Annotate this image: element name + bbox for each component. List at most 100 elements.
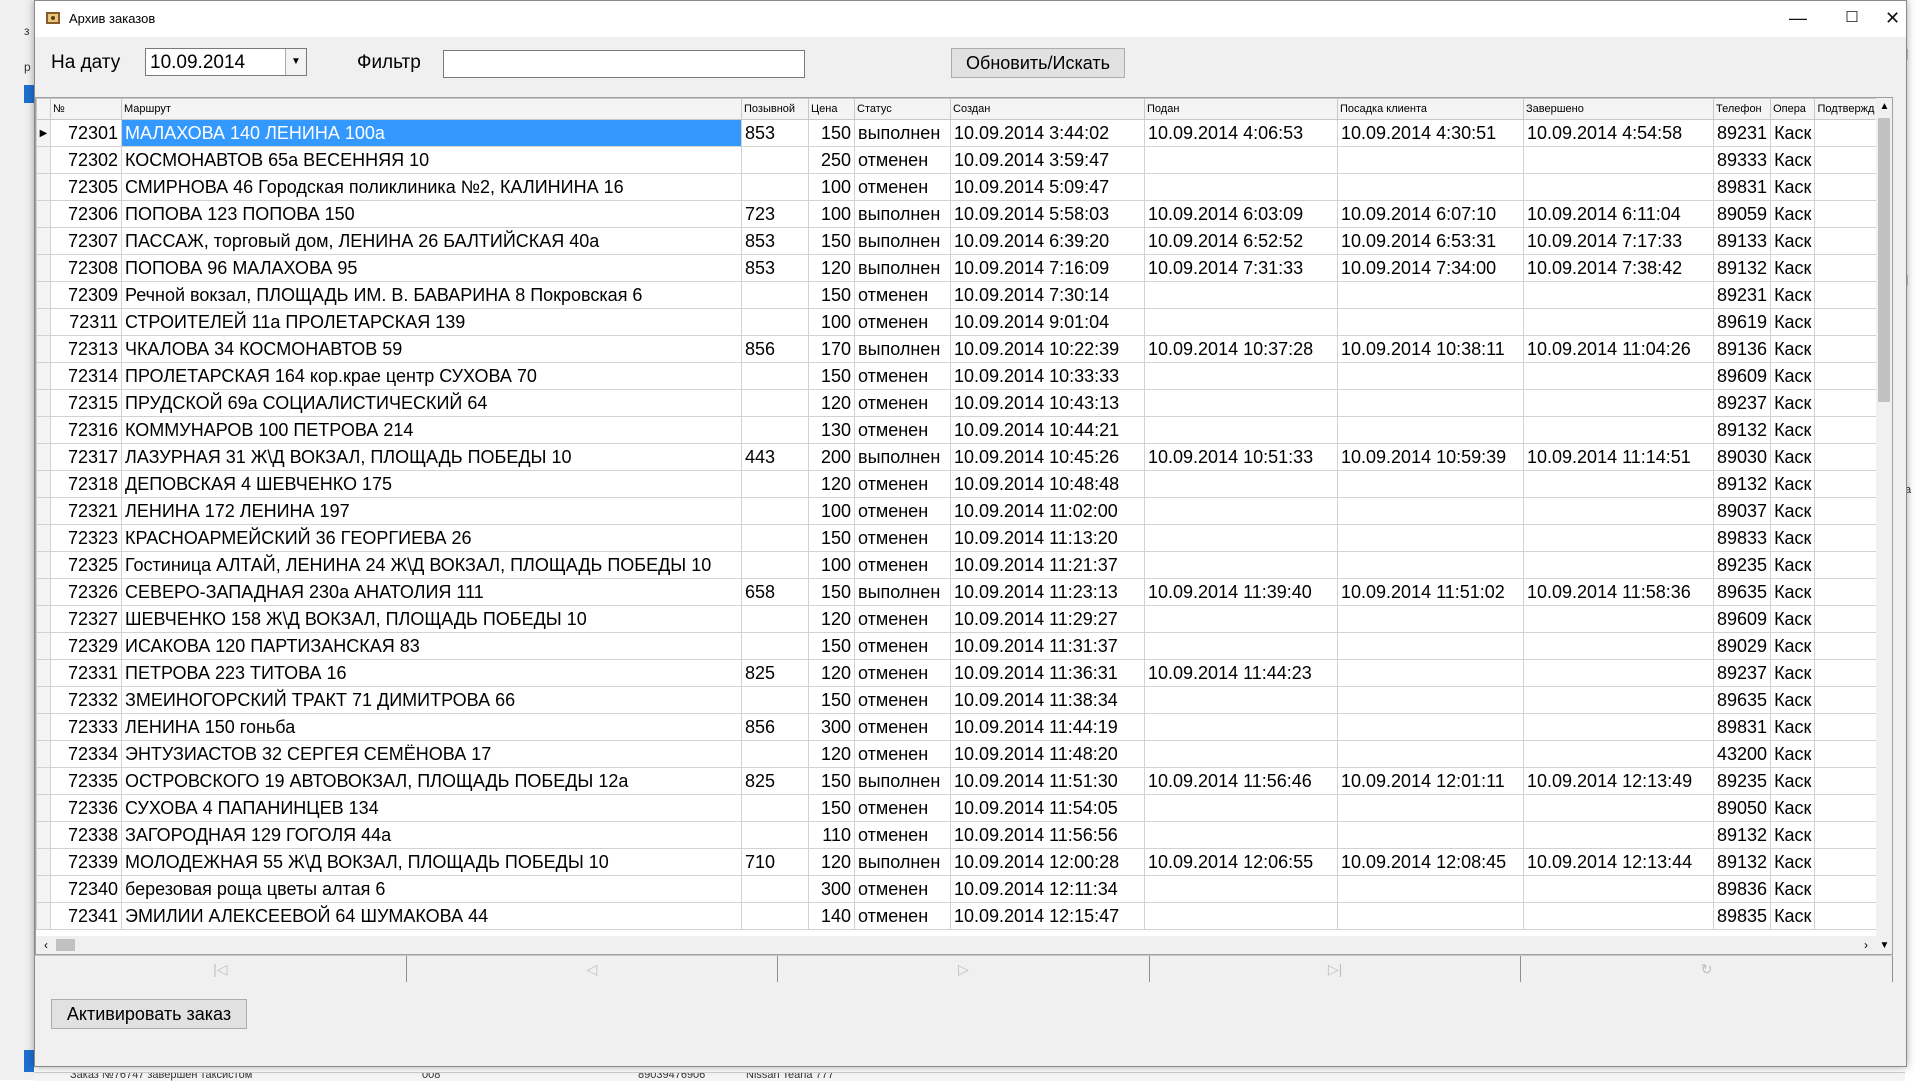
table-cell[interactable]: 10.09.2014 11:21:37 bbox=[950, 551, 1145, 579]
table-cell[interactable]: 120 bbox=[808, 254, 855, 282]
table-cell[interactable]: Каск bbox=[1770, 200, 1816, 228]
table-cell[interactable]: 72332 bbox=[50, 686, 122, 714]
table-cell[interactable] bbox=[1337, 389, 1524, 417]
table-cell[interactable]: КРАСНОАРМЕЙСКИЙ 36 ГЕОРГИЕВА 26 bbox=[121, 524, 742, 552]
table-cell[interactable]: 10.09.2014 12:13:49 bbox=[1523, 767, 1714, 795]
refresh-search-button[interactable]: Обновить/Искать bbox=[951, 48, 1125, 78]
table-cell[interactable] bbox=[1337, 308, 1524, 336]
table-cell[interactable]: 10.09.2014 11:36:31 bbox=[950, 659, 1145, 687]
table-cell[interactable] bbox=[741, 389, 809, 417]
table-cell[interactable]: отменен bbox=[854, 902, 951, 930]
row-indicator[interactable] bbox=[36, 173, 51, 201]
table-cell[interactable] bbox=[1337, 902, 1524, 930]
table-cell[interactable]: отменен bbox=[854, 416, 951, 444]
table-cell[interactable]: Каск bbox=[1770, 389, 1816, 417]
table-cell[interactable]: 89231 bbox=[1712, 119, 1772, 147]
table-row[interactable]: ▶ 72301 МАЛАХОВА 140 ЛЕНИНА 100а 853 150 выпо… bbox=[36, 119, 1887, 147]
table-cell[interactable]: СЕВЕРО-ЗАПАДНАЯ 230а АНАТОЛИЯ 111 bbox=[121, 578, 742, 606]
table-cell[interactable] bbox=[1144, 605, 1338, 633]
table-cell[interactable] bbox=[1337, 605, 1524, 633]
table-cell[interactable] bbox=[1523, 281, 1714, 309]
table-cell[interactable]: Каск bbox=[1770, 875, 1816, 903]
table-cell[interactable]: ЛЕНИНА 172 ЛЕНИНА 197 bbox=[121, 497, 742, 525]
table-cell[interactable]: 10.09.2014 10:59:39 bbox=[1337, 443, 1524, 471]
table-row[interactable]: 72313 ЧКАЛОВА 34 КОСМОНАВТОВ 59 856 170 выпо… bbox=[36, 335, 1887, 363]
table-cell[interactable]: Каск bbox=[1770, 119, 1816, 147]
table-cell[interactable]: 89619 bbox=[1712, 308, 1772, 336]
table-cell[interactable] bbox=[1523, 551, 1714, 579]
table-cell[interactable] bbox=[1523, 632, 1714, 660]
table-cell[interactable] bbox=[1523, 875, 1714, 903]
table-cell[interactable] bbox=[1337, 659, 1524, 687]
table-cell[interactable]: 10.09.2014 11:51:02 bbox=[1337, 578, 1524, 606]
table-cell[interactable] bbox=[741, 470, 809, 498]
table-cell[interactable]: 10.09.2014 5:09:47 bbox=[950, 173, 1145, 201]
row-indicator[interactable] bbox=[36, 335, 51, 363]
row-indicator[interactable] bbox=[36, 578, 51, 606]
table-cell[interactable] bbox=[1523, 713, 1714, 741]
table-cell[interactable] bbox=[1523, 524, 1714, 552]
table-cell[interactable] bbox=[1523, 470, 1714, 498]
table-cell[interactable] bbox=[741, 821, 809, 849]
table-cell[interactable]: 10.09.2014 7:31:33 bbox=[1144, 254, 1338, 282]
table-cell[interactable] bbox=[741, 146, 809, 174]
table-cell[interactable]: отменен bbox=[854, 362, 951, 390]
row-indicator[interactable] bbox=[36, 686, 51, 714]
table-cell[interactable]: 10.09.2014 6:03:09 bbox=[1144, 200, 1338, 228]
table-cell[interactable]: 89833 bbox=[1712, 524, 1772, 552]
table-cell[interactable] bbox=[1144, 362, 1338, 390]
table-cell[interactable]: отменен bbox=[854, 875, 951, 903]
table-cell[interactable]: 89635 bbox=[1712, 686, 1772, 714]
table-row[interactable]: 72325 Гостиница АЛТАЙ, ЛЕНИНА 24 Ж\Д ВОКЗ… bbox=[36, 551, 1887, 579]
table-cell[interactable]: ОСТРОВСКОГО 19 АВТОВОКЗАЛ, ПЛОЩАДЬ ПОБЕД… bbox=[121, 767, 742, 795]
table-cell[interactable]: 89132 bbox=[1712, 821, 1772, 849]
table-cell[interactable] bbox=[1144, 740, 1338, 768]
row-indicator[interactable] bbox=[36, 605, 51, 633]
table-cell[interactable]: Гостиница АЛТАЙ, ЛЕНИНА 24 Ж\Д ВОКЗАЛ, П… bbox=[121, 551, 742, 579]
table-cell[interactable]: 72333 bbox=[50, 713, 122, 741]
row-indicator[interactable] bbox=[36, 416, 51, 444]
table-cell[interactable]: 10.09.2014 4:06:53 bbox=[1144, 119, 1338, 147]
current-row-indicator-icon[interactable]: ▶ bbox=[36, 119, 51, 147]
table-cell[interactable] bbox=[741, 173, 809, 201]
table-cell[interactable]: 10.09.2014 10:43:13 bbox=[950, 389, 1145, 417]
table-cell[interactable]: 10.09.2014 12:00:28 bbox=[950, 848, 1145, 876]
table-cell[interactable]: 120 bbox=[808, 605, 855, 633]
table-cell[interactable]: 10.09.2014 11:38:34 bbox=[950, 686, 1145, 714]
table-cell[interactable]: 72335 bbox=[50, 767, 122, 795]
table-cell[interactable] bbox=[1144, 551, 1338, 579]
column-header[interactable]: Позывной bbox=[741, 98, 809, 120]
table-cell[interactable]: 150 bbox=[808, 767, 855, 795]
table-row[interactable]: 72339 МОЛОДЕЖНАЯ 55 Ж\Д ВОКЗАЛ, ПЛОЩАДЬ П… bbox=[36, 848, 1887, 876]
table-cell[interactable]: Каск bbox=[1770, 848, 1816, 876]
table-cell[interactable] bbox=[1523, 902, 1714, 930]
table-cell[interactable]: Каск bbox=[1770, 632, 1816, 660]
table-cell[interactable]: Каск bbox=[1770, 443, 1816, 471]
table-row[interactable]: 72334 ЭНТУЗИАСТОВ 32 СЕРГЕЯ СЕМЁНОВА 17 12… bbox=[36, 740, 1887, 768]
table-cell[interactable] bbox=[1337, 740, 1524, 768]
table-cell[interactable]: 10.09.2014 11:04:26 bbox=[1523, 335, 1714, 363]
table-cell[interactable] bbox=[741, 875, 809, 903]
table-cell[interactable]: ЭМИЛИИ АЛЕКСЕЕВОЙ 64 ШУМАКОВА 44 bbox=[121, 902, 742, 930]
table-cell[interactable]: 72309 bbox=[50, 281, 122, 309]
table-cell[interactable]: 72302 bbox=[50, 146, 122, 174]
table-row[interactable]: 72316 КОММУНАРОВ 100 ПЕТРОВА 214 130 отмене… bbox=[36, 416, 1887, 444]
table-cell[interactable]: выполнен bbox=[854, 578, 951, 606]
table-cell[interactable]: выполнен bbox=[854, 227, 951, 255]
table-cell[interactable]: 658 bbox=[741, 578, 809, 606]
table-cell[interactable]: ЛЕНИНА 150 гоньба bbox=[121, 713, 742, 741]
table-cell[interactable]: выполнен bbox=[854, 200, 951, 228]
table-cell[interactable]: 72308 bbox=[50, 254, 122, 282]
table-cell[interactable]: 72307 bbox=[50, 227, 122, 255]
table-row[interactable]: 72340 березовая роща цветы алтая 6 300 отме… bbox=[36, 875, 1887, 903]
table-cell[interactable] bbox=[1337, 362, 1524, 390]
table-cell[interactable] bbox=[1337, 146, 1524, 174]
column-header[interactable]: № bbox=[50, 98, 122, 120]
table-cell[interactable] bbox=[1337, 470, 1524, 498]
table-cell[interactable]: Каск bbox=[1770, 740, 1816, 768]
table-cell[interactable]: 853 bbox=[741, 254, 809, 282]
maximize-icon[interactable]: ☐ bbox=[1825, 1, 1879, 37]
table-cell[interactable] bbox=[1337, 173, 1524, 201]
table-cell[interactable] bbox=[1337, 686, 1524, 714]
row-indicator[interactable] bbox=[36, 281, 51, 309]
